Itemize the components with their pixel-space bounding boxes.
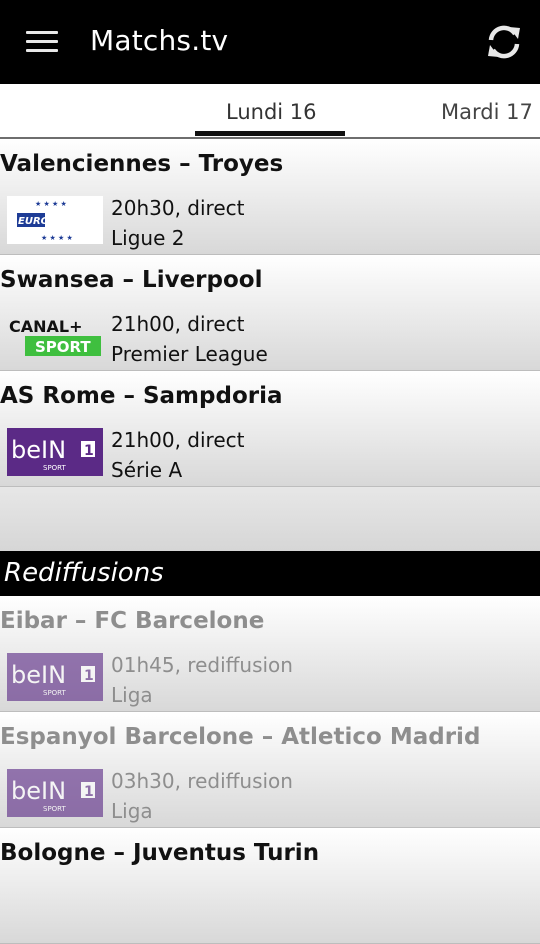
eurosport-logo: ★ ★ ★ ★ ★ ★ ★ ★ EUROSPORT xyxy=(7,196,103,244)
svg-text:CANAL+: CANAL+ xyxy=(9,317,83,336)
match-time: 21h00, direct xyxy=(111,312,245,336)
rebroadcast-row[interactable]: Bologne – Juventus Turin xyxy=(0,828,540,944)
active-tab-indicator xyxy=(195,131,345,136)
match-league: Série A xyxy=(111,458,183,482)
match-league: Liga xyxy=(111,683,153,707)
match-time: 03h30, rediffusion xyxy=(111,769,293,793)
list-spacer xyxy=(0,487,540,551)
match-title: Bologne – Juventus Turin xyxy=(0,840,320,866)
svg-text:★ ★ ★ ★: ★ ★ ★ ★ xyxy=(41,234,73,242)
bein-sport-1-logo: beIN 1 SPORT xyxy=(7,769,103,817)
svg-text:SPORT: SPORT xyxy=(43,689,67,697)
svg-text:beIN: beIN xyxy=(11,436,66,464)
svg-text:SPORT: SPORT xyxy=(35,338,91,356)
svg-text:1: 1 xyxy=(84,443,94,459)
rebroadcast-row[interactable]: Eibar – FC Barcelone beIN 1 SPORT 01h45,… xyxy=(0,596,540,712)
bein-sport-1-logo: beIN 1 SPORT xyxy=(7,428,103,476)
tab-lundi-16[interactable]: Lundi 16 xyxy=(226,100,317,124)
match-league: Liga xyxy=(111,799,153,823)
match-time: 21h00, direct xyxy=(111,428,245,452)
section-header-rediffusions: Rediffusions xyxy=(0,551,540,596)
match-time: 01h45, rediffusion xyxy=(111,653,293,677)
match-time: 20h30, direct xyxy=(111,196,245,220)
app-bar: Matchs.tv xyxy=(0,0,540,84)
match-row[interactable]: AS Rome – Sampdoria beIN 1 SPORT 21h00, … xyxy=(0,371,540,487)
match-title: Eibar – FC Barcelone xyxy=(0,608,265,634)
svg-text:beIN: beIN xyxy=(11,777,66,805)
tab-mardi-17[interactable]: Mardi 17 xyxy=(441,100,533,124)
svg-text:EUROSPORT: EUROSPORT xyxy=(18,216,87,227)
match-title: Valenciennes – Troyes xyxy=(0,151,284,177)
canal-plus-sport-logo: CANAL+ SPORT xyxy=(7,312,103,360)
svg-text:SPORT: SPORT xyxy=(43,805,67,813)
match-title: Swansea – Liverpool xyxy=(0,267,263,293)
match-league: Premier League xyxy=(111,342,268,366)
app-title: Matchs.tv xyxy=(90,24,229,57)
match-title: Espanyol Barcelone – Atletico Madrid xyxy=(0,724,481,750)
rebroadcast-row[interactable]: Espanyol Barcelone – Atletico Madrid beI… xyxy=(0,712,540,828)
svg-text:beIN: beIN xyxy=(11,661,66,689)
match-title: AS Rome – Sampdoria xyxy=(0,383,283,409)
match-list: Valenciennes – Troyes ★ ★ ★ ★ ★ ★ ★ ★ EU… xyxy=(0,139,540,944)
svg-text:SPORT: SPORT xyxy=(43,464,67,472)
svg-text:1: 1 xyxy=(84,784,94,800)
match-row[interactable]: Swansea – Liverpool CANAL+ SPORT 21h00, … xyxy=(0,255,540,371)
match-row[interactable]: Valenciennes – Troyes ★ ★ ★ ★ ★ ★ ★ ★ EU… xyxy=(0,139,540,255)
match-league: Ligue 2 xyxy=(111,226,185,250)
refresh-icon[interactable] xyxy=(484,22,524,62)
svg-text:1: 1 xyxy=(84,668,94,684)
bein-sport-1-logo: beIN 1 SPORT xyxy=(7,653,103,701)
svg-text:★ ★ ★ ★: ★ ★ ★ ★ xyxy=(35,200,67,208)
menu-icon[interactable] xyxy=(26,31,58,53)
